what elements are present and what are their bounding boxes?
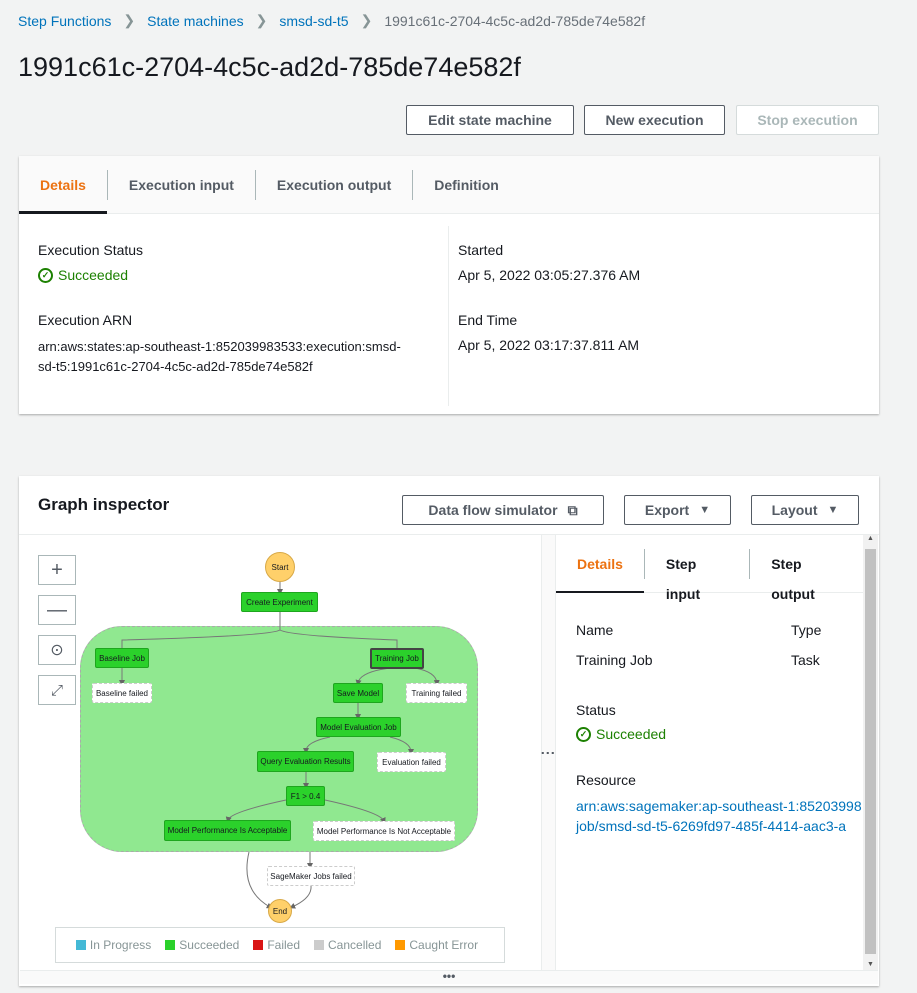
- edge: [121, 612, 281, 648]
- legend-label: Succeeded: [179, 938, 240, 952]
- edge: [303, 736, 331, 754]
- legend-label: Caught Error: [409, 938, 479, 952]
- tab-step-details[interactable]: Details: [556, 549, 644, 593]
- resource-line: job/smsd-sd-t5-6269fd97-485f-4414-aac3-a: [576, 818, 847, 834]
- step-resource-link[interactable]: arn:aws:sagemaker:ap-southeast-1:8520399…: [576, 796, 862, 836]
- legend-swatch: [75, 940, 86, 950]
- edge: [414, 667, 440, 686]
- state-f1-choice[interactable]: F1 > 0.4: [286, 786, 325, 806]
- legend-swatch: [395, 940, 406, 950]
- legend-item: Succeeded: [165, 938, 239, 952]
- step-type-label: Type: [791, 622, 822, 638]
- state-create-experiment[interactable]: Create Experiment: [241, 592, 318, 612]
- state-training-failed[interactable]: Training failed: [406, 683, 467, 703]
- state-baseline-job[interactable]: Baseline Job: [95, 648, 149, 668]
- tab-step-input[interactable]: Step input: [643, 548, 749, 602]
- step-name-value: Training Job: [576, 652, 653, 668]
- edge: [225, 799, 287, 823]
- state-baseline-failed[interactable]: Baseline failed: [92, 683, 152, 703]
- state-sagemaker-jobs-failed[interactable]: SageMaker Jobs failed: [267, 866, 355, 886]
- scrollbar[interactable]: ▲ ▼: [863, 535, 878, 970]
- scrollbar-thumb[interactable]: [865, 549, 876, 954]
- legend-label: Failed: [267, 938, 300, 952]
- state-training-job[interactable]: Training Job: [370, 648, 424, 669]
- state-model-evaluation-job[interactable]: Model Evaluation Job: [316, 717, 401, 737]
- scroll-up-icon[interactable]: ▲: [863, 535, 878, 542]
- legend-item: Caught Error: [395, 938, 478, 952]
- check-circle-icon: ✓: [576, 726, 591, 742]
- scroll-down-icon[interactable]: ▼: [863, 961, 878, 968]
- edge: [324, 799, 386, 824]
- graph-resize-handle[interactable]: •••: [20, 970, 878, 984]
- state-model-performance-not-acceptable[interactable]: Model Performance Is Not Acceptable: [313, 821, 455, 841]
- step-tab-bar: Details Step input Step output: [556, 535, 863, 602]
- legend-swatch: [165, 940, 176, 950]
- step-name-label: Name: [576, 622, 614, 638]
- step-status: ✓ Succeeded: [576, 726, 666, 742]
- panel-resize-handle[interactable]: ⋮: [541, 535, 557, 970]
- legend-label: Cancelled: [328, 938, 382, 952]
- status-value: Succeeded: [596, 726, 667, 742]
- resource-line: arn:aws:sagemaker:ap-southeast-1:8520399…: [576, 798, 862, 814]
- step-type-value: Task: [791, 652, 820, 668]
- state-model-performance-acceptable[interactable]: Model Performance Is Acceptable: [164, 820, 291, 841]
- legend-item: Failed: [253, 938, 300, 952]
- legend-label: In Progress: [89, 938, 152, 952]
- legend-item: In Progress: [75, 938, 152, 952]
- edge: [279, 629, 398, 648]
- step-details-panel: Details Step input Step output Name Trai…: [556, 535, 863, 970]
- state-end[interactable]: End: [268, 899, 292, 923]
- graph-legend: In Progress Succeeded Failed Cancelled Caugh…: [55, 927, 505, 963]
- edge: [389, 736, 414, 755]
- step-resource-label: Resource: [576, 772, 636, 788]
- state-save-model[interactable]: Save Model: [333, 683, 383, 703]
- state-query-evaluation-results[interactable]: Query Evaluation Results: [257, 751, 354, 772]
- legend-item: Cancelled: [314, 938, 381, 952]
- state-evaluation-failed[interactable]: Evaluation failed: [377, 752, 446, 772]
- edge: [355, 667, 391, 686]
- tab-step-output[interactable]: Step output: [749, 548, 863, 602]
- step-status-label: Status: [576, 702, 616, 718]
- legend-swatch: [314, 940, 324, 950]
- state-start[interactable]: Start: [265, 552, 295, 582]
- edge: [289, 885, 312, 909]
- legend-swatch: [253, 940, 264, 950]
